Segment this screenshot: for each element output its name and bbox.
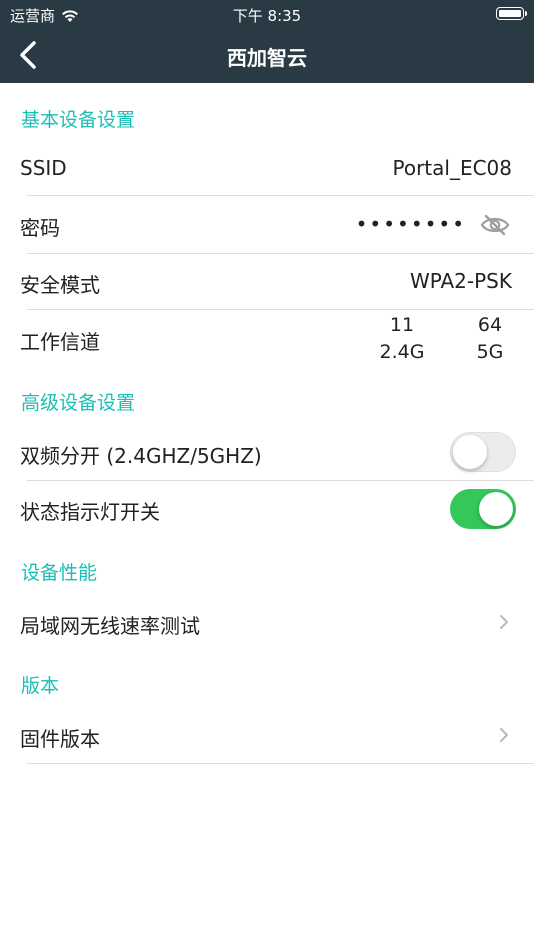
- password-row[interactable]: 密码 ••••••••: [0, 196, 534, 253]
- section-header-version: 版本: [21, 675, 60, 697]
- toggle-knob: [479, 492, 513, 526]
- status-led-toggle[interactable]: [450, 489, 516, 529]
- chevron-right-icon: [500, 728, 508, 742]
- page-title: 西加智云: [227, 46, 307, 70]
- lan-speed-test-row[interactable]: 局域网无线速率测试: [0, 595, 534, 650]
- channel-24-band: 2.4G: [379, 341, 425, 363]
- dual-band-toggle[interactable]: [450, 432, 516, 472]
- ssid-value: Portal_EC08: [392, 156, 512, 180]
- lan-speed-test-label: 局域网无线速率测试: [20, 614, 200, 638]
- dual-band-row: 双频分开 (2.4GHZ/5GHZ): [0, 425, 534, 480]
- channel-5-band: 5G: [476, 341, 504, 363]
- password-mask: ••••••••: [355, 212, 466, 236]
- section-header-performance: 设备性能: [21, 562, 98, 584]
- battery-icon: [496, 7, 527, 20]
- chevron-right-icon: [500, 615, 508, 629]
- divider: [27, 763, 534, 764]
- channel-24-number: 11: [389, 314, 415, 336]
- dual-band-label: 双频分开 (2.4GHZ/5GHZ): [20, 444, 262, 468]
- channel-label: 工作信道: [20, 330, 100, 354]
- eye-off-icon[interactable]: [480, 213, 510, 237]
- channel-5-number: 64: [477, 314, 503, 336]
- clock: 下午 8:35: [232, 7, 302, 25]
- firmware-version-label: 固件版本: [20, 727, 100, 751]
- security-mode-label: 安全模式: [20, 273, 100, 297]
- status-led-label: 状态指示灯开关: [20, 500, 160, 524]
- section-header-basic: 基本设备设置: [21, 109, 136, 131]
- firmware-version-row[interactable]: 固件版本: [0, 708, 534, 763]
- channel-row[interactable]: 工作信道 11 2.4G 64 5G: [0, 310, 534, 370]
- status-led-row: 状态指示灯开关: [0, 481, 534, 538]
- password-label: 密码: [20, 216, 60, 240]
- security-mode-value: WPA2-PSK: [409, 269, 512, 293]
- toggle-knob: [453, 435, 487, 469]
- security-mode-row[interactable]: 安全模式 WPA2-PSK: [0, 254, 534, 309]
- section-header-advanced: 高级设备设置: [21, 392, 136, 414]
- nav-bar: 西加智云: [0, 28, 534, 83]
- status-bar: 运营商 下午 8:35: [0, 0, 534, 28]
- ssid-label: SSID: [20, 156, 67, 180]
- ssid-row[interactable]: SSID Portal_EC08: [0, 145, 534, 195]
